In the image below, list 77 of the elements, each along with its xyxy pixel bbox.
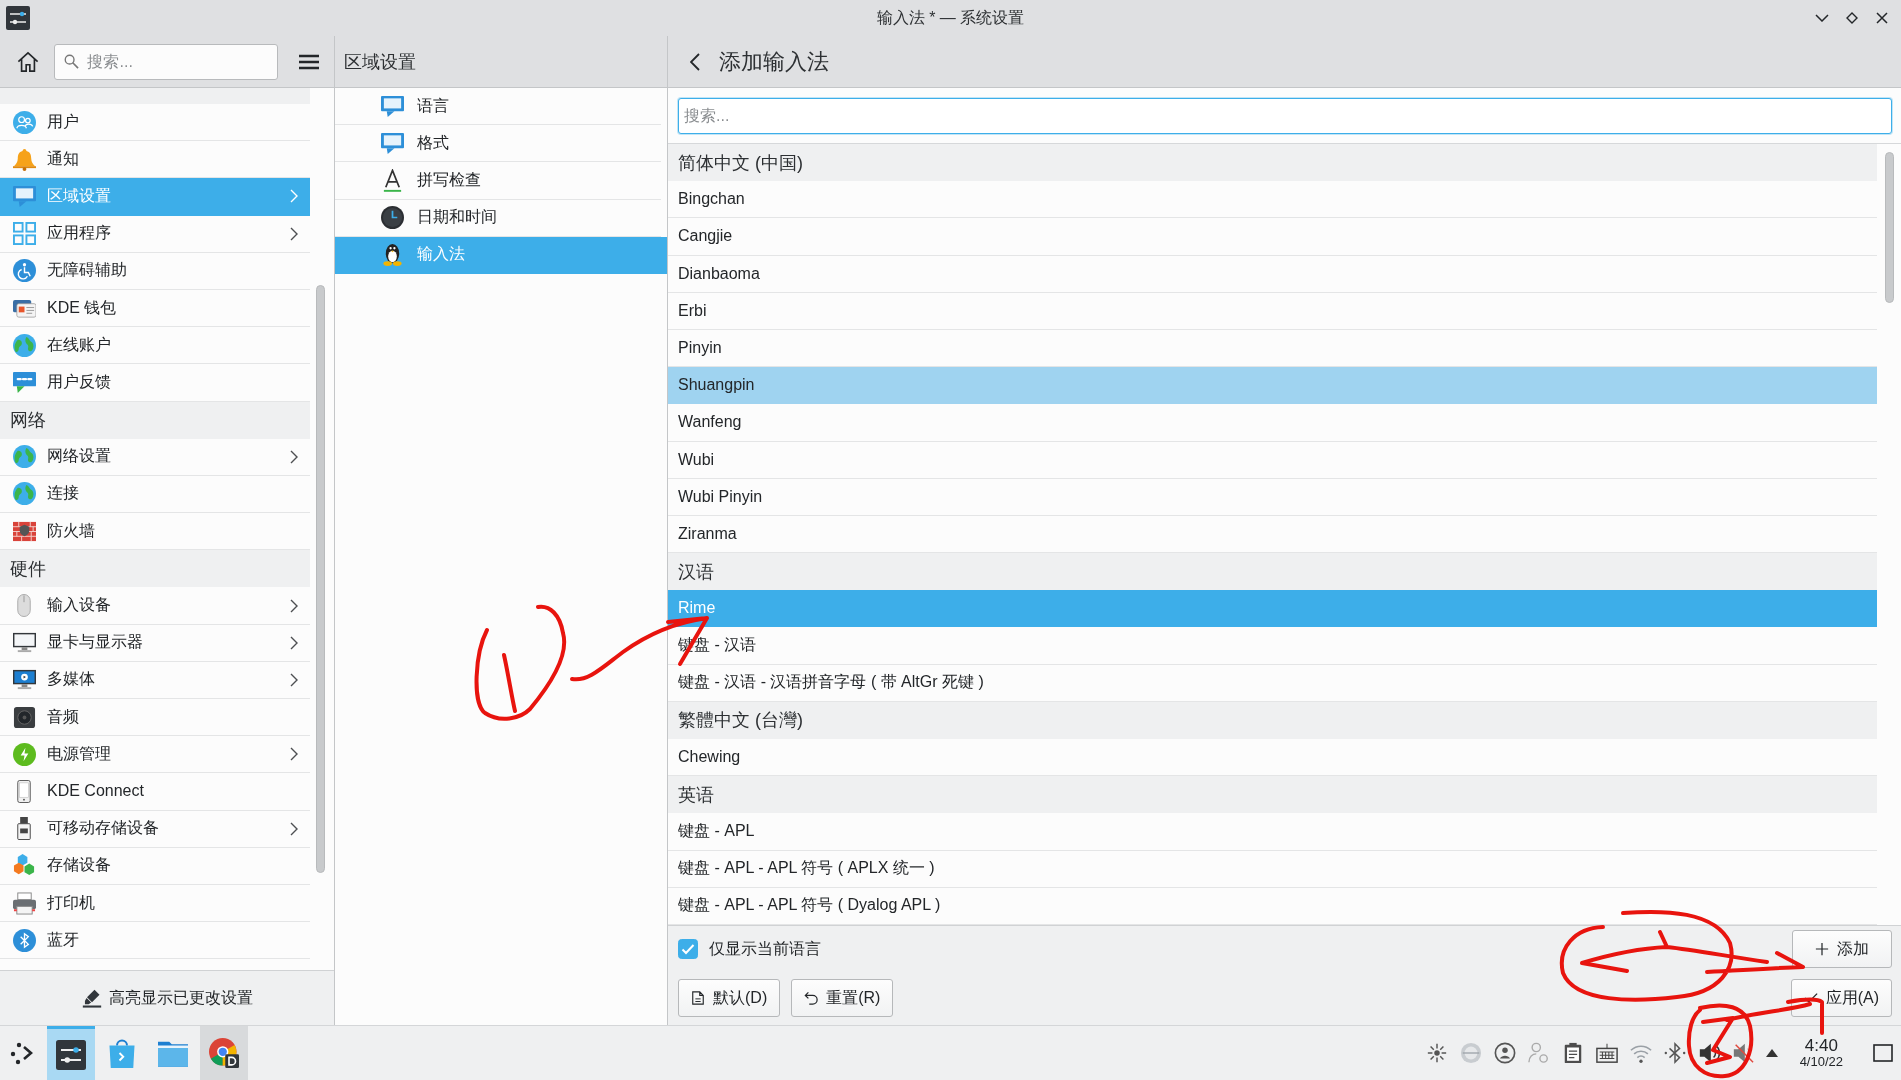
undo-icon xyxy=(804,991,819,1005)
scrollbar-thumb[interactable] xyxy=(316,285,325,873)
menu-icon xyxy=(299,53,320,70)
category-header: 网络 xyxy=(0,401,310,439)
add-button[interactable]: 添加 xyxy=(1792,930,1892,968)
language-group-header: 繁體中文 (台灣) xyxy=(668,701,1877,739)
category-item[interactable]: 拼写检查 xyxy=(335,162,661,200)
show-desktop-icon[interactable] xyxy=(1873,1044,1893,1062)
panel-title: 区域设置 xyxy=(344,50,416,74)
highlight-changes-button[interactable]: 高亮显示已更改设置 xyxy=(73,981,261,1015)
language-group-header: 简体中文 (中国) xyxy=(668,144,1877,182)
sliders-icon[interactable] xyxy=(6,6,30,30)
window-title: 输入法 * — 系统设置 xyxy=(876,7,1025,28)
language-group-header: 英语 xyxy=(668,776,1877,814)
speaker-icon xyxy=(12,705,36,729)
bluetooth-icon[interactable] xyxy=(1663,1042,1686,1064)
checkbox[interactable] xyxy=(678,939,698,959)
speech-bubble-icon xyxy=(381,94,404,118)
plus-icon xyxy=(1815,942,1829,956)
chat-bubble-icon xyxy=(12,370,36,394)
language-group-header: 汉语 xyxy=(668,553,1877,591)
monitor-icon xyxy=(12,631,36,655)
dots-arrow-icon xyxy=(10,1041,34,1065)
search-field[interactable]: 搜索... xyxy=(54,43,279,80)
letter-a-icon xyxy=(381,168,404,192)
accessibility-icon xyxy=(12,259,36,283)
category-item[interactable]: 日期和时间 xyxy=(335,199,661,237)
diamond-icon xyxy=(1846,12,1858,24)
chevron-left-icon xyxy=(690,52,700,71)
circled-person-icon[interactable] xyxy=(1493,1042,1516,1064)
muted-speaker-icon[interactable] xyxy=(1731,1042,1754,1064)
speech-bubble-icon xyxy=(12,184,36,208)
task-button[interactable] xyxy=(47,1026,95,1080)
penguin-icon xyxy=(381,243,404,267)
lightning-bolt-icon xyxy=(12,742,36,766)
apply-button[interactable]: 应用(A) xyxy=(1790,979,1892,1017)
grid-icon xyxy=(12,222,36,246)
sliders-icon xyxy=(56,1039,86,1070)
input-method-item[interactable]: Shuangpin xyxy=(668,367,1877,405)
category-item[interactable]: 格式 xyxy=(335,125,661,163)
speech-bubble-icon xyxy=(381,131,404,155)
bluetooth-icon xyxy=(12,928,36,952)
phone-icon xyxy=(17,779,31,803)
play-screen-icon xyxy=(12,668,36,692)
mouse-icon xyxy=(17,594,31,618)
usb-drive-icon xyxy=(17,817,31,841)
close-icon xyxy=(1876,12,1888,24)
checkbox-label[interactable]: 仅显示当前语言 xyxy=(709,938,821,960)
hexagons-icon xyxy=(12,854,36,878)
shopping-bag-icon xyxy=(107,1038,137,1068)
network-hub-icon[interactable] xyxy=(1425,1042,1448,1064)
keyboard-icon[interactable] xyxy=(1595,1042,1618,1064)
search-icon xyxy=(64,54,80,69)
globe-icon xyxy=(12,445,36,469)
clock-date[interactable]: 4/10/22 xyxy=(1799,1055,1843,1070)
brick-wall-icon xyxy=(12,519,36,543)
scrollbar-thumb[interactable] xyxy=(1885,152,1894,303)
search-field[interactable]: 搜索... xyxy=(678,98,1892,134)
highlighter-icon xyxy=(81,988,102,1008)
document-icon xyxy=(691,991,705,1005)
globe-icon xyxy=(12,482,36,506)
printer-icon xyxy=(12,891,36,915)
clock-time[interactable]: 4:40 xyxy=(1804,1036,1838,1056)
defaults-button[interactable]: 默认(D) xyxy=(678,979,781,1017)
task-button[interactable] xyxy=(200,1026,248,1080)
home-icon xyxy=(16,50,39,73)
bell-icon xyxy=(12,147,36,171)
reset-button[interactable]: 重置(R) xyxy=(791,979,894,1017)
caret-up-icon[interactable] xyxy=(1765,1049,1778,1057)
chevron-down-icon xyxy=(1815,14,1829,22)
clock-icon xyxy=(381,206,404,230)
category-header: 硬件 xyxy=(0,550,310,588)
globe-icon xyxy=(12,333,36,357)
category-item[interactable]: 语言 xyxy=(335,88,661,126)
users-icon xyxy=(12,110,36,134)
panel-title: 添加输入法 xyxy=(719,47,829,76)
browser-icon xyxy=(209,1038,239,1068)
